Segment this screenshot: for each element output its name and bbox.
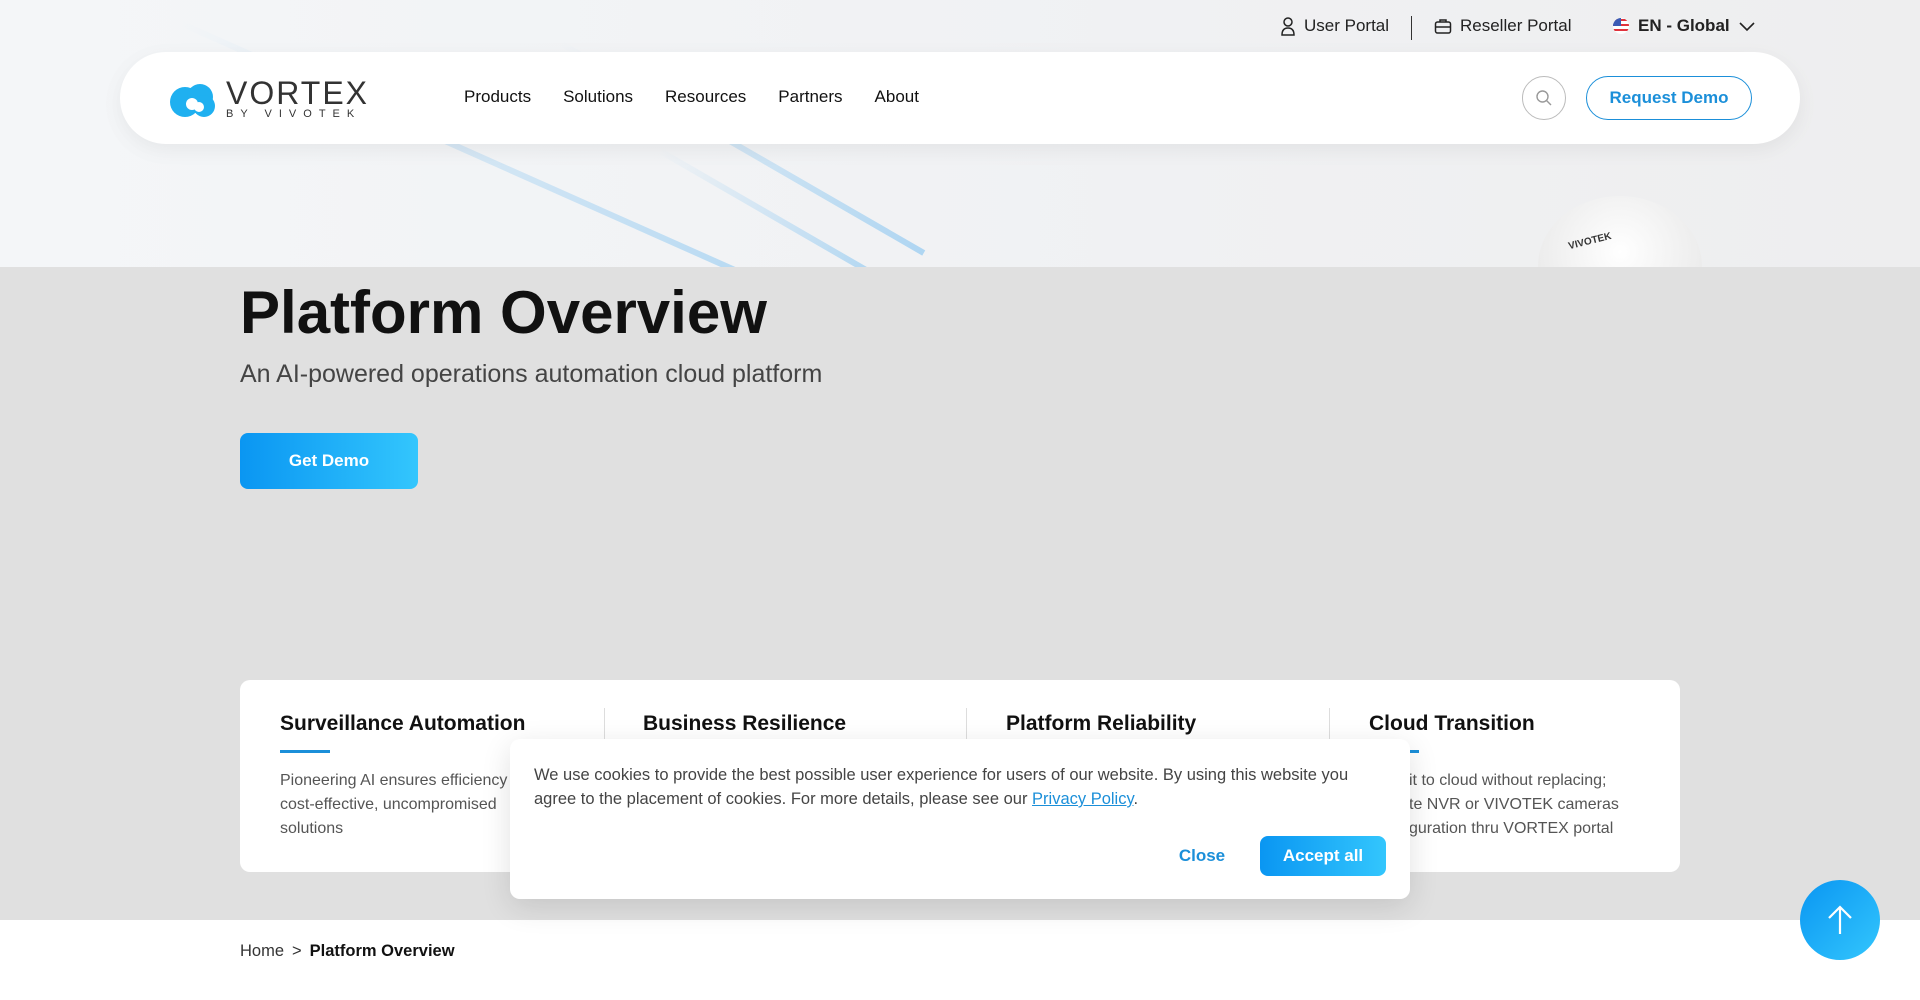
user-icon bbox=[1281, 17, 1295, 36]
feature-text: cost-effective, uncompromised bbox=[280, 796, 497, 813]
search-button[interactable] bbox=[1522, 76, 1566, 120]
breadcrumb-current: Platform Overview bbox=[309, 942, 455, 960]
divider bbox=[1411, 16, 1412, 40]
accept-all-button[interactable]: Accept all bbox=[1260, 836, 1386, 876]
camera-brand: VIVOTEK bbox=[1567, 230, 1613, 253]
feature-card: Business Resilience bbox=[643, 712, 943, 736]
feature-title: Surveillance Automation bbox=[280, 712, 526, 735]
search-icon bbox=[1536, 90, 1552, 106]
reseller-portal-link[interactable]: Reseller Portal bbox=[1434, 16, 1572, 36]
page-subtitle: An AI-powered operations automation clou… bbox=[240, 360, 823, 388]
primary-nav: Products Solutions Resources Partners Ab… bbox=[464, 87, 919, 107]
cookie-text-end: . bbox=[1133, 790, 1139, 808]
breadcrumb: Home > Platform Overview bbox=[240, 942, 455, 961]
request-demo-button[interactable]: Request Demo bbox=[1586, 76, 1752, 120]
main-navbar: VORTEX BY VIVOTEK Products Solutions Reso… bbox=[120, 52, 1800, 144]
cookie-close-button[interactable]: Close bbox=[1170, 836, 1234, 876]
privacy-policy-link[interactable]: Privacy Policy bbox=[1032, 790, 1133, 808]
cloud-logo-icon bbox=[170, 84, 215, 117]
nav-about[interactable]: About bbox=[875, 87, 919, 107]
cookie-banner: We use cookies to provide the best possi… bbox=[510, 739, 1410, 899]
nav-solutions[interactable]: Solutions bbox=[563, 87, 633, 107]
user-portal-label: User Portal bbox=[1304, 16, 1390, 35]
us-flag-icon bbox=[1613, 18, 1629, 34]
get-demo-button[interactable]: Get Demo bbox=[240, 433, 418, 489]
feature-text: Pioneering AI ensures efficiency bbox=[280, 772, 508, 789]
briefcase-icon bbox=[1434, 19, 1452, 34]
brand-tagline: BY VIVOTEK bbox=[226, 108, 362, 120]
arrow-up-icon bbox=[1828, 905, 1852, 934]
feature-title: Platform Reliability bbox=[1006, 712, 1197, 735]
feature-text: te NVR or VIVOTEK cameras bbox=[1409, 796, 1619, 813]
breadcrumb-home[interactable]: Home bbox=[240, 942, 284, 961]
brand-name: VORTEX bbox=[226, 75, 369, 111]
page-title: Platform Overview bbox=[240, 279, 767, 346]
nav-partners[interactable]: Partners bbox=[778, 87, 842, 107]
nav-products[interactable]: Products bbox=[464, 87, 531, 107]
accent-bar bbox=[280, 750, 330, 753]
vortex-logo[interactable]: VORTEX BY VIVOTEK bbox=[168, 75, 369, 120]
chevron-down-icon bbox=[1739, 22, 1755, 32]
nav-resources[interactable]: Resources bbox=[665, 87, 746, 107]
feature-card: Cloud Transition it to cloud without rep… bbox=[1369, 712, 1669, 841]
feature-text: solutions bbox=[280, 820, 344, 837]
feature-title: Cloud Transition bbox=[1369, 712, 1535, 735]
language-selector[interactable]: EN - Global bbox=[1612, 16, 1756, 36]
language-label: EN - Global bbox=[1638, 16, 1730, 35]
breadcrumb-separator: > bbox=[292, 942, 302, 960]
feature-text: it to cloud without replacing; bbox=[1409, 772, 1607, 789]
cookie-message: We use cookies to provide the best possi… bbox=[534, 763, 1394, 811]
cookie-text: We use cookies to provide the best possi… bbox=[534, 766, 1349, 808]
reseller-portal-label: Reseller Portal bbox=[1460, 16, 1572, 35]
feature-card: Platform Reliability bbox=[1006, 712, 1306, 736]
scroll-to-top-button[interactable] bbox=[1800, 880, 1880, 960]
feature-title: Business Resilience bbox=[643, 712, 847, 735]
user-portal-link[interactable]: User Portal bbox=[1280, 16, 1389, 36]
camera-image: VIVOTEK bbox=[1538, 196, 1702, 267]
feature-text: guration thru VORTEX portal bbox=[1409, 820, 1614, 837]
